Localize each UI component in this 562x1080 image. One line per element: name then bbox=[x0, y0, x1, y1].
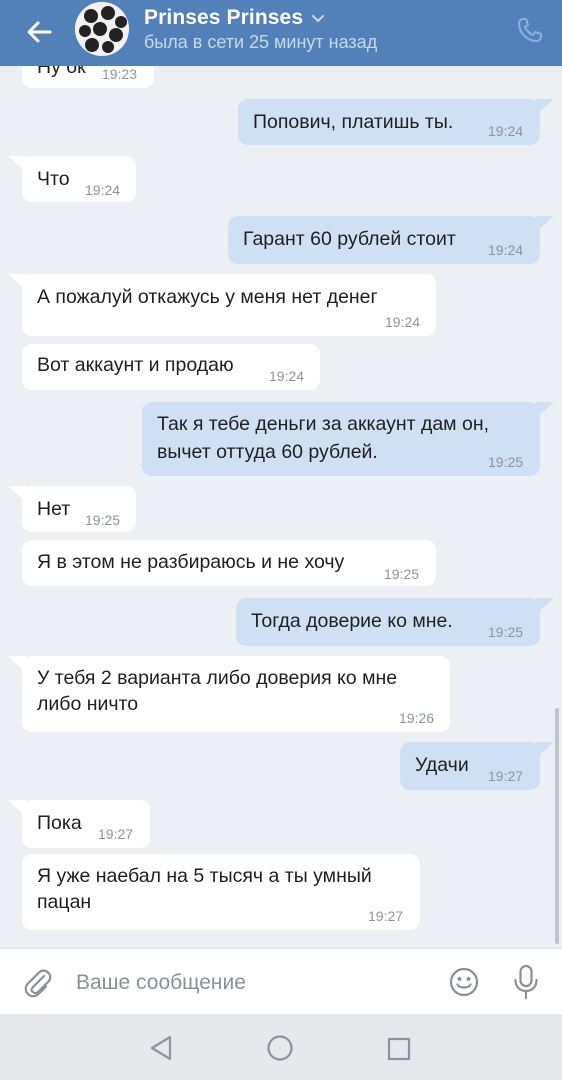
message-bubble[interactable]: Пока 19:27 bbox=[22, 800, 150, 848]
avatar[interactable] bbox=[75, 2, 129, 56]
message-bubble[interactable]: Я уже наебал на 5 тысяч а ты умный пацан… bbox=[22, 854, 420, 930]
message-bubble[interactable]: Нет 19:25 bbox=[22, 486, 136, 532]
microphone-icon[interactable] bbox=[512, 964, 540, 1000]
contact-title-row[interactable]: Prinses Prinses bbox=[144, 6, 325, 30]
message-time: 19:27 bbox=[98, 826, 134, 842]
message-text: Я уже наебал на 5 тысяч а ты умный bbox=[37, 865, 372, 887]
message-text: Я в этом не разбираюсь и не хочу bbox=[37, 551, 345, 573]
message-bubble[interactable]: У тебя 2 варианта либо доверия ко мне ли… bbox=[22, 656, 450, 732]
message-input[interactable]: Ваше сообщение bbox=[76, 971, 246, 995]
message-text: Тогда доверие ко мне. bbox=[251, 610, 453, 632]
system-navigation-bar bbox=[0, 1014, 562, 1080]
message-text: У тебя 2 варианта либо доверия ко мне bbox=[37, 667, 398, 689]
message-time: 19:24 bbox=[385, 314, 421, 330]
message-text: Удачи bbox=[415, 754, 469, 776]
contact-status: была в сети 25 минут назад bbox=[144, 32, 378, 52]
paperclip-icon[interactable] bbox=[22, 967, 54, 999]
contact-name: Prinses Prinses bbox=[144, 6, 304, 29]
message-text: Нет bbox=[37, 498, 71, 520]
message-text: А пожалуй откажусь у меня нет денег bbox=[37, 286, 378, 308]
message-bubble[interactable]: Ну ок 19:23 bbox=[22, 66, 154, 88]
arrow-left-icon[interactable] bbox=[24, 17, 54, 47]
message-text: Вот аккаунт и продаю bbox=[37, 354, 234, 376]
bubble-tail bbox=[536, 598, 554, 614]
message-time: 19:24 bbox=[269, 368, 305, 384]
message-time: 19:25 bbox=[85, 512, 121, 528]
message-time: 19:25 bbox=[488, 454, 524, 470]
chevron-down-icon bbox=[312, 15, 325, 23]
phone-icon[interactable] bbox=[516, 16, 544, 44]
message-time: 19:23 bbox=[102, 66, 138, 82]
message-text: Гарант 60 рублей стоит bbox=[243, 228, 456, 250]
message-time: 19:27 bbox=[488, 768, 524, 784]
message-time: 19:27 bbox=[368, 908, 404, 924]
bubble-tail bbox=[8, 800, 26, 816]
bubble-tail bbox=[8, 656, 26, 672]
message-text: Попович, платишь ты. bbox=[253, 111, 454, 133]
chat-header: Prinses Prinses была в сети 25 минут наз… bbox=[0, 0, 562, 66]
message-list[interactable]: Ну ок 19:23 Попович, платишь ты. 19:24 Ч… bbox=[0, 66, 562, 948]
avatar-image bbox=[75, 2, 129, 56]
message-bubble[interactable]: Вот аккаунт и продаю 19:24 bbox=[22, 344, 320, 390]
message-composer: Ваше сообщение bbox=[0, 948, 562, 1014]
message-bubble[interactable]: Удачи 19:27 bbox=[400, 742, 540, 790]
message-time: 19:24 bbox=[488, 242, 524, 258]
message-bubble[interactable]: Так я тебе деньги за аккаунт дам он, выч… bbox=[142, 402, 540, 476]
message-text: Так я тебе деньги за аккаунт дам он, bbox=[157, 413, 490, 435]
message-text: вычет оттуда 60 рублей. bbox=[157, 441, 378, 463]
message-bubble[interactable]: Попович, платишь ты. 19:24 bbox=[238, 99, 540, 145]
smile-icon[interactable] bbox=[448, 966, 480, 998]
circle-home-icon[interactable] bbox=[266, 1034, 294, 1062]
square-recent-icon[interactable] bbox=[386, 1036, 412, 1062]
message-time: 19:26 bbox=[399, 710, 435, 726]
message-text: Пока bbox=[37, 812, 82, 834]
message-time: 19:24 bbox=[488, 123, 524, 139]
message-bubble[interactable]: Тогда доверие ко мне. 19:25 bbox=[236, 598, 540, 646]
bubble-tail bbox=[536, 742, 554, 758]
message-text: Что bbox=[37, 168, 70, 190]
message-time: 19:25 bbox=[488, 624, 524, 640]
message-text: либо ничто bbox=[37, 693, 139, 715]
message-time: 19:25 bbox=[384, 566, 420, 582]
message-bubble[interactable]: Гарант 60 рублей стоит 19:24 bbox=[228, 216, 540, 264]
message-text: Ну ок bbox=[37, 66, 86, 78]
message-time: 19:24 bbox=[85, 182, 121, 198]
message-bubble[interactable]: А пожалуй откажусь у меня нет денег 19:2… bbox=[22, 274, 436, 336]
scrollbar[interactable] bbox=[555, 708, 559, 944]
message-bubble[interactable]: Я в этом не разбираюсь и не хочу 19:25 bbox=[22, 540, 436, 586]
triangle-back-icon[interactable] bbox=[148, 1034, 174, 1062]
message-bubble[interactable]: Что 19:24 bbox=[22, 156, 136, 202]
message-text: пацан bbox=[37, 891, 92, 913]
